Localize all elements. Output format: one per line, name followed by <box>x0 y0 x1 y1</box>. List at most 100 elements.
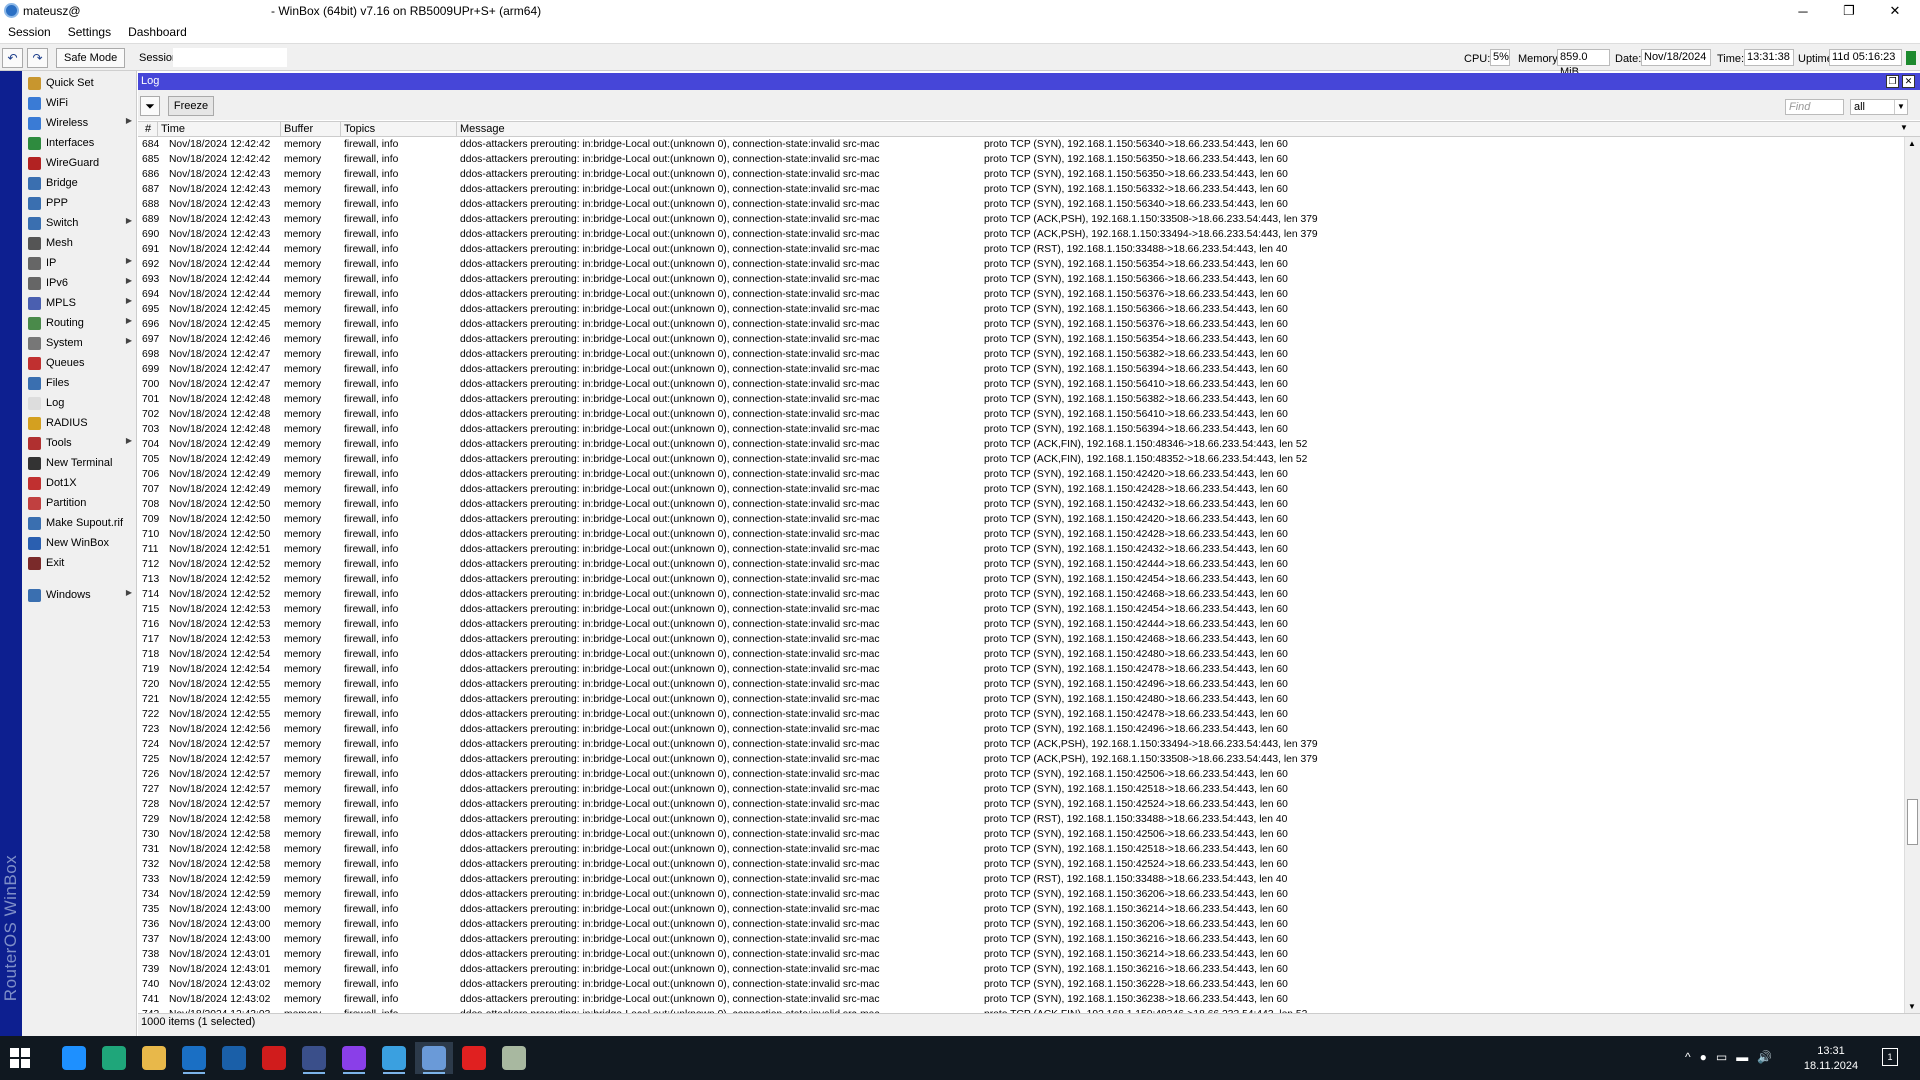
table-row[interactable]: 722 Nov/18/2024 12:42:55 memory firewall, i… <box>138 707 1904 722</box>
sidebar-item-dot1x[interactable]: Dot1X <box>22 473 137 493</box>
sidebar-item-switch[interactable]: Switch ▶ <box>22 213 137 233</box>
freeze-button[interactable]: Freeze <box>168 96 214 116</box>
table-row[interactable]: 703 Nov/18/2024 12:42:48 memory firewall, i… <box>138 422 1904 437</box>
table-row[interactable]: 713 Nov/18/2024 12:42:52 memory firewall, i… <box>138 572 1904 587</box>
table-row[interactable]: 732 Nov/18/2024 12:42:58 memory firewall, i… <box>138 857 1904 872</box>
header-time[interactable]: Time <box>158 122 281 136</box>
table-row[interactable]: 729 Nov/18/2024 12:42:58 memory firewall, i… <box>138 812 1904 827</box>
table-row[interactable]: 705 Nov/18/2024 12:42:49 memory firewall, i… <box>138 452 1904 467</box>
table-row[interactable]: 714 Nov/18/2024 12:42:52 memory firewall, i… <box>138 587 1904 602</box>
table-row[interactable]: 723 Nov/18/2024 12:42:56 memory firewall, i… <box>138 722 1904 737</box>
header-number[interactable]: # <box>138 122 158 136</box>
sidebar-item-new-terminal[interactable]: New Terminal <box>22 453 137 473</box>
windows-start-icon[interactable] <box>10 1048 30 1068</box>
messenger-icon[interactable] <box>335 1042 373 1074</box>
table-row[interactable]: 709 Nov/18/2024 12:42:50 memory firewall, i… <box>138 512 1904 527</box>
sidebar-item-make-supout-rif[interactable]: Make Supout.rif <box>22 513 137 533</box>
table-row[interactable]: 733 Nov/18/2024 12:42:59 memory firewall, i… <box>138 872 1904 887</box>
table-row[interactable]: 730 Nov/18/2024 12:42:58 memory firewall, i… <box>138 827 1904 842</box>
table-row[interactable]: 708 Nov/18/2024 12:42:50 memory firewall, i… <box>138 497 1904 512</box>
sidebar-item-bridge[interactable]: Bridge <box>22 173 137 193</box>
table-row[interactable]: 699 Nov/18/2024 12:42:47 memory firewall, i… <box>138 362 1904 377</box>
table-row[interactable]: 689 Nov/18/2024 12:42:43 memory firewall, i… <box>138 212 1904 227</box>
file-explorer-icon[interactable] <box>135 1042 173 1074</box>
sidebar-item-ip[interactable]: IP ▶ <box>22 253 137 273</box>
table-row[interactable]: 695 Nov/18/2024 12:42:45 memory firewall, i… <box>138 302 1904 317</box>
sidebar-item-interfaces[interactable]: Interfaces <box>22 133 137 153</box>
sidebar-item-quick-set[interactable]: Quick Set <box>22 73 137 93</box>
scroll-down-icon[interactable]: ▼ <box>1908 1002 1916 1011</box>
table-row[interactable]: 739 Nov/18/2024 12:43:01 memory firewall, i… <box>138 962 1904 977</box>
table-row[interactable]: 727 Nov/18/2024 12:42:57 memory firewall, i… <box>138 782 1904 797</box>
header-topics[interactable]: Topics <box>341 122 457 136</box>
table-row[interactable]: 690 Nov/18/2024 12:42:43 memory firewall, i… <box>138 227 1904 242</box>
scroll-thumb[interactable] <box>1907 799 1918 845</box>
table-row[interactable]: 737 Nov/18/2024 12:43:00 memory firewall, i… <box>138 932 1904 947</box>
menu-settings[interactable]: Settings <box>68 25 111 39</box>
sidebar-item-mpls[interactable]: MPLS ▶ <box>22 293 137 313</box>
sidebar-item-new-winbox[interactable]: New WinBox <box>22 533 137 553</box>
redo-button[interactable]: ↷ <box>27 48 48 68</box>
table-row[interactable]: 700 Nov/18/2024 12:42:47 memory firewall, i… <box>138 377 1904 392</box>
header-message[interactable]: Message <box>457 122 1900 136</box>
filter-icon[interactable]: ⏷ <box>140 96 160 116</box>
table-row[interactable]: 735 Nov/18/2024 12:43:00 memory firewall, i… <box>138 902 1904 917</box>
close-button[interactable]: ✕ <box>1872 0 1918 22</box>
table-row[interactable]: 697 Nov/18/2024 12:42:46 memory firewall, i… <box>138 332 1904 347</box>
table-row[interactable]: 718 Nov/18/2024 12:42:54 memory firewall, i… <box>138 647 1904 662</box>
winbox-icon[interactable] <box>415 1042 453 1074</box>
table-row[interactable]: 728 Nov/18/2024 12:42:57 memory firewall, i… <box>138 797 1904 812</box>
sidebar-item-ipv6[interactable]: IPv6 ▶ <box>22 273 137 293</box>
sidebar-item-ppp[interactable]: PPP <box>22 193 137 213</box>
maximize-button[interactable]: ❐ <box>1826 0 1872 22</box>
table-row[interactable]: 698 Nov/18/2024 12:42:47 memory firewall, i… <box>138 347 1904 362</box>
table-row[interactable]: 711 Nov/18/2024 12:42:51 memory firewall, i… <box>138 542 1904 557</box>
sidebar-item-wifi[interactable]: WiFi <box>22 93 137 113</box>
table-row[interactable]: 685 Nov/18/2024 12:42:42 memory firewall, i… <box>138 152 1904 167</box>
sidebar-item-wireguard[interactable]: WireGuard <box>22 153 137 173</box>
menu-session[interactable]: Session <box>8 25 51 39</box>
table-row[interactable]: 741 Nov/18/2024 12:43:02 memory firewall, i… <box>138 992 1904 1007</box>
outlook-icon[interactable] <box>175 1042 213 1074</box>
log-restore-icon[interactable]: ❐ <box>1886 75 1899 88</box>
sidebar-item-routing[interactable]: Routing ▶ <box>22 313 137 333</box>
table-row[interactable]: 684 Nov/18/2024 12:42:42 memory firewall, i… <box>138 137 1904 152</box>
table-row[interactable]: 706 Nov/18/2024 12:42:49 memory firewall, i… <box>138 467 1904 482</box>
sidebar-item-exit[interactable]: Exit <box>22 553 137 573</box>
show-hidden-icons-icon[interactable]: ^ <box>1685 1050 1691 1064</box>
vertical-scrollbar[interactable]: ▲ ▼ <box>1904 137 1920 1013</box>
scroll-up-icon[interactable]: ▲ <box>1908 139 1916 148</box>
table-row[interactable]: 717 Nov/18/2024 12:42:53 memory firewall, i… <box>138 632 1904 647</box>
menu-dashboard[interactable]: Dashboard <box>128 25 187 39</box>
session-field[interactable] <box>173 48 287 67</box>
remote-app-icon[interactable] <box>295 1042 333 1074</box>
table-row[interactable]: 740 Nov/18/2024 12:43:02 memory firewall, i… <box>138 977 1904 992</box>
table-row[interactable]: 738 Nov/18/2024 12:43:01 memory firewall, i… <box>138 947 1904 962</box>
table-row[interactable]: 712 Nov/18/2024 12:42:52 memory firewall, i… <box>138 557 1904 572</box>
table-row[interactable]: 726 Nov/18/2024 12:42:57 memory firewall, i… <box>138 767 1904 782</box>
find-input[interactable] <box>1785 99 1844 115</box>
internet-explorer-icon[interactable] <box>55 1042 93 1074</box>
table-row[interactable]: 686 Nov/18/2024 12:42:43 memory firewall, i… <box>138 167 1904 182</box>
antivirus-tray-icon[interactable]: ● <box>1700 1050 1707 1064</box>
safe-mode-button[interactable]: Safe Mode <box>56 48 126 68</box>
red-app-icon[interactable] <box>455 1042 493 1074</box>
table-row[interactable]: 692 Nov/18/2024 12:42:44 memory firewall, i… <box>138 257 1904 272</box>
battery-tray-icon[interactable]: ▬ <box>1736 1050 1748 1064</box>
log-close-icon[interactable]: ✕ <box>1902 75 1915 88</box>
table-row[interactable]: 688 Nov/18/2024 12:42:43 memory firewall, i… <box>138 197 1904 212</box>
table-row[interactable]: 710 Nov/18/2024 12:42:50 memory firewall, i… <box>138 527 1904 542</box>
table-row[interactable]: 719 Nov/18/2024 12:42:54 memory firewall, i… <box>138 662 1904 677</box>
network-tray-icon[interactable]: ▭ <box>1716 1050 1727 1064</box>
table-row[interactable]: 702 Nov/18/2024 12:42:48 memory firewall, i… <box>138 407 1904 422</box>
table-row[interactable]: 687 Nov/18/2024 12:42:43 memory firewall, i… <box>138 182 1904 197</box>
table-row[interactable]: 724 Nov/18/2024 12:42:57 memory firewall, i… <box>138 737 1904 752</box>
table-row[interactable]: 725 Nov/18/2024 12:42:57 memory firewall, i… <box>138 752 1904 767</box>
sidebar-item-partition[interactable]: Partition <box>22 493 137 513</box>
sublime-icon[interactable] <box>215 1042 253 1074</box>
columns-dropdown-icon[interactable]: ▼ <box>1900 123 1908 132</box>
sidebar-item-radius[interactable]: RADIUS <box>22 413 137 433</box>
table-row[interactable]: 734 Nov/18/2024 12:42:59 memory firewall, i… <box>138 887 1904 902</box>
header-buffer[interactable]: Buffer <box>281 122 341 136</box>
table-row[interactable]: 691 Nov/18/2024 12:42:44 memory firewall, i… <box>138 242 1904 257</box>
